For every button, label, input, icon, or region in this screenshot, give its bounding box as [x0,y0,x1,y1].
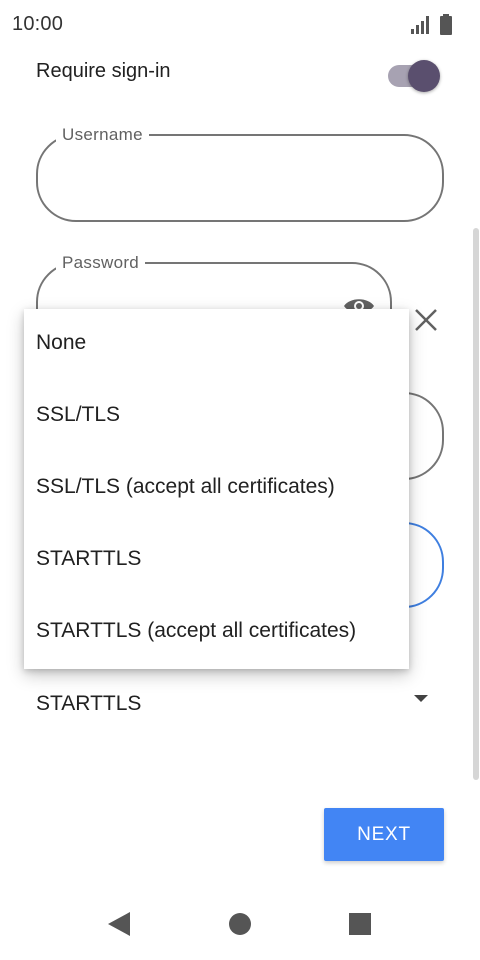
home-icon[interactable] [228,912,252,936]
security-dropdown-menu: None SSL/TLS SSL/TLS (accept all certifi… [24,309,409,669]
menu-item-none[interactable]: None [24,309,409,381]
close-icon[interactable] [412,306,440,334]
security-select[interactable]: STARTTLS [36,690,436,722]
security-select-value: STARTTLS [36,692,142,715]
scrollbar[interactable] [473,228,479,780]
dropdown-arrow-icon [414,695,428,702]
status-icons [410,14,452,35]
menu-item-label: STARTTLS [36,547,142,570]
menu-item-label: STARTTLS (accept all certificates) [36,619,357,642]
menu-item-label: SSL/TLS (accept all certificates) [36,475,335,498]
menu-item-starttls-accept-all[interactable]: STARTTLS (accept all certificates) [24,597,409,669]
recents-icon[interactable] [348,912,372,936]
navigation-bar [0,890,480,960]
require-signin-row: Require sign-in [36,58,446,92]
menu-item-ssl-tls-accept-all[interactable]: SSL/TLS (accept all certificates) [24,453,409,525]
require-signin-label: Require sign-in [36,60,171,82]
menu-item-label: None [36,331,87,354]
signal-icon [411,16,429,34]
username-label: Username [56,125,149,145]
menu-item-label: SSL/TLS [36,403,121,426]
switch-thumb [408,60,440,92]
password-label: Password [56,253,146,273]
menu-item-starttls[interactable]: STARTTLS [24,525,409,597]
require-signin-switch[interactable] [386,60,442,92]
battery-icon [440,14,452,35]
menu-item-ssl-tls[interactable]: SSL/TLS [24,381,409,453]
back-icon[interactable] [106,910,132,938]
next-button[interactable]: NEXT [324,808,444,861]
username-field[interactable]: Username [36,125,444,222]
status-bar: 10:00 [0,0,480,50]
status-time: 10:00 [12,13,64,35]
